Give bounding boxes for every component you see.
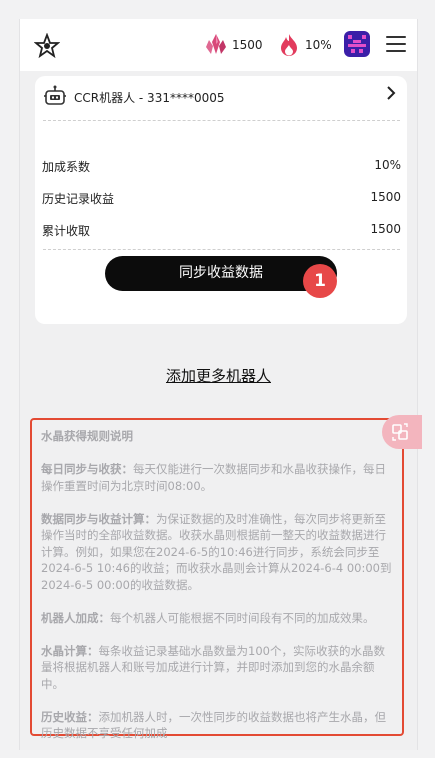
rules-title: 水晶获得规则说明	[41, 429, 133, 443]
fire-rate: 10%	[305, 38, 332, 52]
robot-name: CCR机器人 - 331****0005	[74, 91, 225, 105]
rule-heading: 机器人加成：	[41, 610, 110, 625]
chevron-right-icon[interactable]	[385, 85, 397, 101]
sync-earnings-button[interactable]: 同步收益数据	[105, 256, 337, 291]
rule-data-sync: 数据同步与收益计算：为保证数据的及时准确性，每次同步将更新至操作当时的全部收益数…	[41, 511, 394, 594]
fire-icon	[281, 34, 297, 56]
rule-crystal-calc: 水晶计算：每条收益记录基础水晶数量为100个，实际收获的水晶数量将根据机器人和账…	[41, 643, 394, 693]
step-badge: 1	[303, 264, 337, 298]
rule-heading: 历史收益：	[41, 709, 99, 724]
row-value: 1500	[370, 190, 401, 204]
row-label: 历史记录收益	[42, 192, 115, 206]
row-history-earnings: 历史记录收益 1500	[42, 190, 401, 206]
rule-robot-bonus: 机器人加成：每个机器人可能根据不同时间段有不同的加成效果。	[41, 610, 394, 627]
translate-float-button[interactable]	[382, 415, 422, 449]
rule-heading: 数据同步与收益计算：	[41, 511, 156, 526]
row-total-collected: 累计收取 1500	[42, 222, 401, 238]
rule-heading: 每日同步与收获：	[41, 462, 133, 476]
avatar[interactable]	[344, 31, 370, 57]
add-more-robots-link[interactable]: 添加更多机器人	[166, 367, 271, 385]
spider-logo-icon[interactable]	[34, 33, 60, 59]
rule-heading: 水晶计算：	[41, 643, 99, 658]
hamburger-menu-icon[interactable]	[386, 36, 406, 52]
row-value: 1500	[370, 222, 401, 236]
app-frame: 1500 10% CCR机器人 - 331****0005 加成系数 10% 历…	[19, 19, 422, 750]
row-bonus-coefficient: 加成系数 10%	[42, 158, 401, 174]
rule-text: 每个机器人可能根据不同时间段有不同的加成效果。	[110, 610, 375, 625]
rules-content: 水晶获得规则说明 每日同步与收获：每天仅能进行一次数据同步和水晶收获操作，每日操…	[41, 428, 394, 758]
add-more-robots: 添加更多机器人	[20, 365, 417, 386]
crystal-icon	[206, 34, 226, 54]
rule-history: 历史收益：添加机器人时，一次性同步的收益数据也将产生水晶，但历史数据不享受任何加…	[41, 709, 394, 742]
row-label: 累计收取	[42, 224, 91, 238]
crystal-balance: 1500	[232, 38, 263, 52]
row-value: 10%	[374, 158, 401, 172]
robot-card: CCR机器人 - 331****0005 加成系数 10% 历史记录收益 150…	[35, 76, 407, 324]
rules-panel: 水晶获得规则说明 每日同步与收获：每天仅能进行一次数据同步和水晶收获操作，每日操…	[30, 418, 404, 740]
robot-icon	[44, 85, 66, 105]
translate-icon	[392, 423, 408, 441]
divider	[43, 249, 400, 250]
divider	[43, 120, 400, 121]
row-label: 加成系数	[42, 160, 91, 174]
top-bar: 1500 10%	[20, 19, 417, 71]
rule-daily-sync: 每日同步与收获：每天仅能进行一次数据同步和水晶收获操作，每日操作重置时间为北京时…	[41, 461, 394, 494]
